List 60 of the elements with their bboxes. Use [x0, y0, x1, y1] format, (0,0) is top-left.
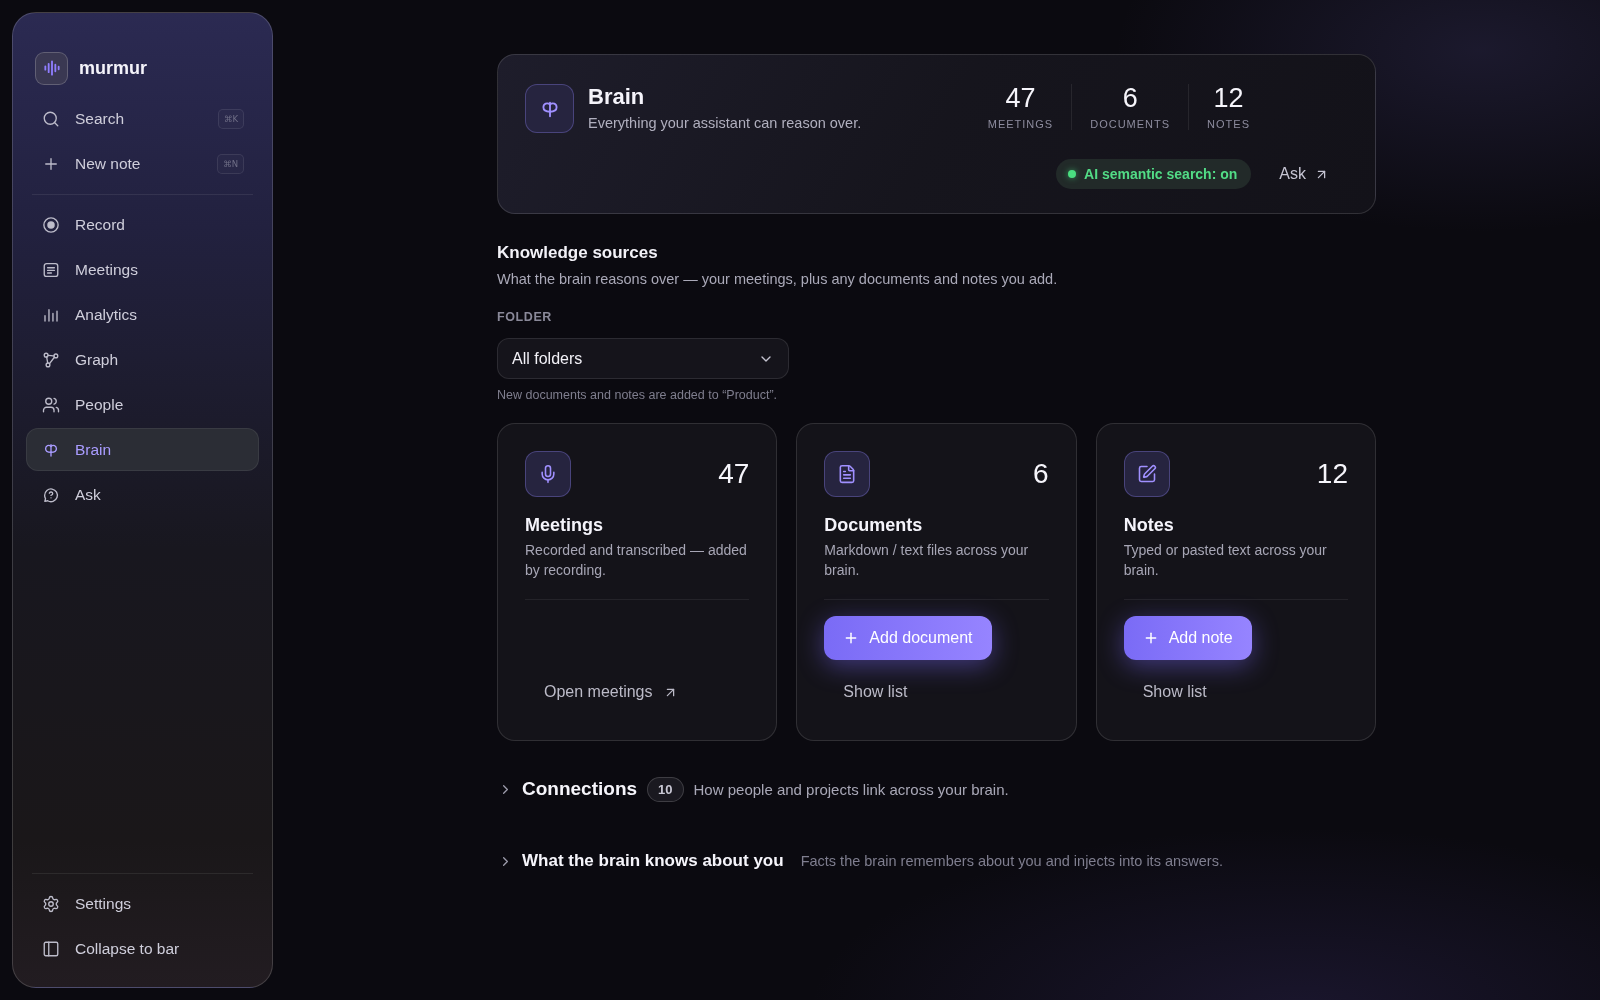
microphone-icon — [525, 451, 571, 497]
nav-item[interactable]: Brain — [26, 428, 259, 471]
card-title: Documents — [824, 514, 924, 536]
card-description: Markdown / text files across your brain. — [824, 541, 1030, 580]
card-count: 47 — [718, 459, 750, 489]
nav-item[interactable]: People — [26, 383, 259, 426]
app-name: murmur — [79, 57, 147, 79]
ask-link[interactable]: Ask — [1279, 159, 1329, 189]
section-heading: Connections — [522, 778, 638, 800]
open-link[interactable]: Open meetings — [525, 674, 697, 710]
stat-value: 6 — [1122, 84, 1138, 112]
section-heading: What the brain knows about you — [522, 851, 784, 871]
status-dot-icon — [1068, 170, 1077, 178]
sidebar-action[interactable]: Collapse to bar — [26, 927, 259, 970]
stat-value: 12 — [1213, 84, 1244, 112]
sidebar-action[interactable]: New note ⌘N — [26, 142, 259, 185]
card-count: 12 — [1316, 459, 1348, 489]
stat-label: NOTES — [1207, 118, 1250, 130]
brain-icon — [525, 84, 574, 133]
sidebar-action[interactable]: Search ⌘K — [26, 97, 259, 140]
stat-label: MEETINGS — [987, 118, 1054, 130]
nav-item[interactable]: Analytics — [26, 293, 259, 336]
section-description: What the brain reasons over — your meetings, plus any documents and notes you add. — [497, 270, 1059, 289]
status-text: AI semantic search: on — [1084, 166, 1238, 182]
panel-icon — [42, 939, 60, 958]
list-icon — [42, 260, 60, 279]
sidebar-action[interactable]: Settings — [26, 882, 259, 925]
nav-item[interactable]: Ask — [26, 473, 259, 516]
section-description: Facts the brain remembers about you and injects into its answers. — [800, 853, 1223, 869]
document-icon — [824, 451, 871, 497]
page-subtitle: Everything your assistant can reason over. — [588, 115, 862, 131]
record-icon — [42, 215, 60, 234]
card-description: Recorded and transcribed — added by recording. — [525, 541, 748, 580]
nav-item[interactable]: Graph — [26, 338, 259, 381]
add-button[interactable]: Add document — [824, 616, 992, 660]
waveform-logo-icon — [35, 51, 68, 85]
question-bubble-icon — [42, 485, 60, 504]
folder-select[interactable]: All folders — [497, 338, 789, 379]
section-description: How people and projects link across your brain. — [693, 780, 1009, 798]
shortcut-key: ⌘N — [217, 153, 244, 174]
card-count: 6 — [1033, 459, 1049, 489]
stat-value: 47 — [1005, 84, 1036, 112]
shortcut-key: ⌘K — [217, 108, 244, 129]
card-title: Notes — [1123, 514, 1175, 536]
show-list-button[interactable]: Show list — [824, 674, 927, 710]
section-title: Knowledge sources — [497, 242, 659, 264]
card-description: Typed or pasted text across your brain. — [1123, 541, 1328, 580]
people-icon — [42, 395, 60, 414]
nav-item[interactable]: Record — [26, 203, 259, 246]
stat-label: DOCUMENTS — [1090, 118, 1171, 130]
page-title: Brain — [588, 84, 646, 110]
settings-icon — [42, 894, 60, 913]
field-hint: New documents and notes are added to “Product”. — [497, 388, 779, 402]
nav-item[interactable]: Meetings — [26, 248, 259, 291]
field-label: FOLDER — [497, 310, 553, 324]
show-list-button[interactable]: Show list — [1123, 674, 1226, 710]
count-badge: 10 — [647, 776, 684, 802]
search-icon — [42, 109, 60, 128]
card-title: Meetings — [525, 514, 604, 536]
nodes-icon — [42, 350, 60, 369]
